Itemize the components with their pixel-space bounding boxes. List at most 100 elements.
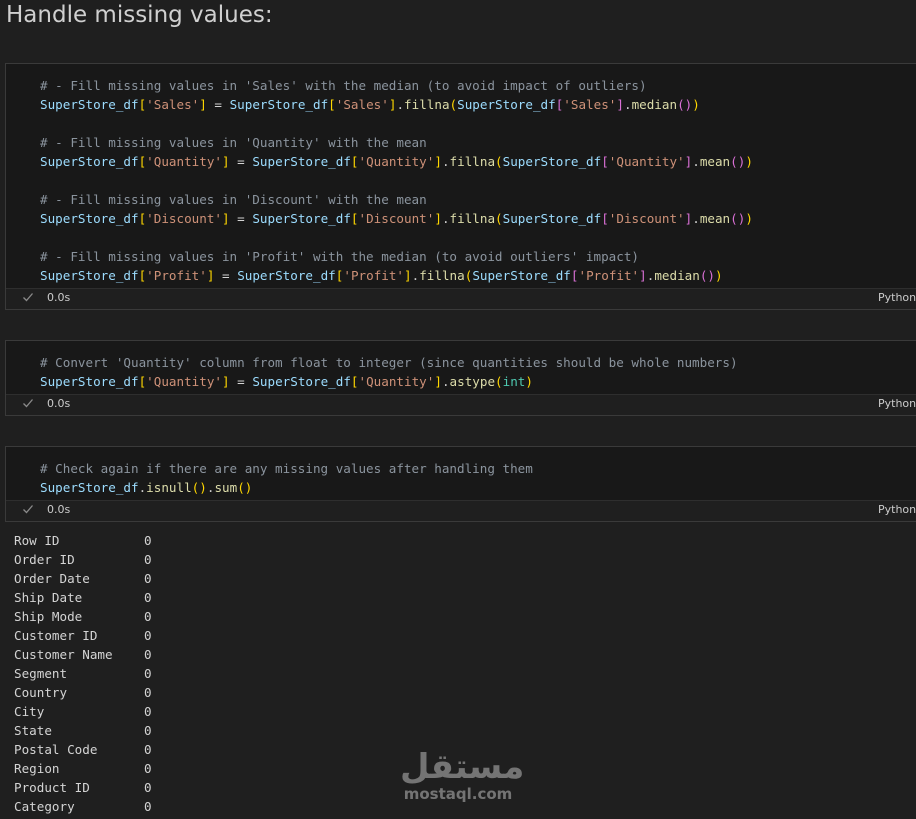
code-token: median (631, 97, 678, 112)
code-editor[interactable]: # - Fill missing values in 'Sales' with … (6, 64, 916, 289)
code-token: fillna (449, 154, 496, 169)
cell-status-bar: 0.0s Python (6, 499, 916, 521)
code-token: ) (525, 374, 533, 389)
code-token: 'Quantity' (358, 374, 435, 389)
code-token: SuperStore_df (252, 154, 351, 169)
code-token: SuperStore_df (472, 268, 571, 283)
code-token: SuperStore_df (457, 97, 556, 112)
code-token: mean (699, 211, 731, 226)
output-row: Row ID 0 (14, 531, 152, 550)
code-token: = (229, 374, 253, 389)
output-missing-count: 0 (144, 533, 152, 548)
code-token: = (206, 97, 230, 112)
output-missing-count: 0 (144, 666, 152, 681)
code-line: SuperStore_df['Profit'] = SuperStore_df[… (40, 266, 723, 285)
code-line: # - Fill missing values in 'Sales' with … (40, 76, 647, 95)
output-row: Product ID 0 (14, 778, 152, 797)
output-missing-count: 0 (144, 685, 152, 700)
code-token: isnull (146, 480, 192, 495)
code-token: . (692, 211, 700, 226)
code-token: 'Profit' (343, 268, 405, 283)
output-row: Category 0 (14, 797, 152, 816)
code-token: 'Discount' (146, 211, 222, 226)
code-line: # - Fill missing values in 'Quantity' wi… (40, 133, 427, 152)
code-token: SuperStore_df (502, 211, 602, 226)
output-row: Country 0 (14, 683, 152, 702)
cell-status-bar: 0.0s Python (6, 287, 916, 309)
code-editor[interactable]: # Check again if there are any missing v… (6, 447, 916, 501)
code-token: SuperStore_df (40, 211, 139, 226)
output-column-name: Postal Code (14, 742, 98, 757)
code-editor[interactable]: # Convert 'Quantity' column from float t… (6, 341, 916, 395)
code-token: int (502, 374, 526, 389)
code-token: [ (328, 97, 336, 112)
code-token: ] (434, 211, 442, 226)
code-token: 'Discount' (608, 211, 685, 226)
code-token: # - Fill missing values in 'Sales' with … (40, 78, 647, 93)
code-token: ] (639, 268, 647, 283)
output-missing-count: 0 (144, 799, 152, 814)
code-line: # - Fill missing values in 'Profit' with… (40, 247, 639, 266)
code-token: fillna (419, 268, 465, 283)
code-token: fillna (404, 97, 450, 112)
code-token: ] (222, 154, 230, 169)
code-token: fillna (449, 211, 496, 226)
language-label[interactable]: Python (878, 291, 916, 304)
code-token: . (692, 154, 700, 169)
code-token: ( (449, 97, 458, 112)
code-cell-convert-quantity[interactable]: # Convert 'Quantity' column from float t… (5, 340, 916, 416)
output-missing-count: 0 (144, 780, 152, 795)
code-cell-check-missing[interactable]: # Check again if there are any missing v… (5, 446, 916, 522)
code-token: = (229, 154, 253, 169)
code-token: [ (350, 374, 359, 389)
cell-output: Row ID 0 Order ID 0 Order Date 0 Ship Date 0 Shi… (14, 531, 152, 816)
code-token: 'Quantity' (146, 154, 222, 169)
code-token: 'Profit' (146, 268, 207, 283)
code-line: # Check again if there are any missing v… (40, 459, 533, 478)
code-token: SuperStore_df (252, 211, 351, 226)
code-line: SuperStore_df['Quantity'] = SuperStore_d… (40, 152, 753, 171)
output-column-name: Ship Mode (14, 609, 83, 624)
execution-time: 0.0s (47, 503, 71, 516)
output-column-name: Order ID (14, 552, 75, 567)
code-token: SuperStore_df (40, 480, 139, 495)
output-missing-count: 0 (144, 628, 152, 643)
code-token: # Convert 'Quantity' column from float t… (40, 355, 738, 370)
output-row: Segment 0 (14, 664, 152, 683)
output-missing-count: 0 (144, 590, 152, 605)
code-token: () (677, 97, 693, 112)
code-token: mean (699, 154, 731, 169)
code-token: SuperStore_df (40, 154, 139, 169)
language-label[interactable]: Python (878, 397, 916, 410)
check-icon (23, 399, 33, 408)
output-row: Order Date 0 (14, 569, 152, 588)
output-row: State 0 (14, 721, 152, 740)
output-column-name: Country (14, 685, 68, 700)
output-row: Ship Date 0 (14, 588, 152, 607)
watermark-logo: مستقل (400, 747, 525, 787)
code-line: SuperStore_df['Quantity'] = SuperStore_d… (40, 372, 533, 391)
output-column-name: Row ID (14, 533, 60, 548)
code-token: ( (495, 211, 503, 226)
code-line: SuperStore_df.isnull().sum() (40, 478, 252, 497)
code-token: 'Sales' (563, 97, 617, 112)
output-missing-count: 0 (144, 761, 152, 776)
watermark: مستقل mostaql.com (400, 747, 525, 802)
code-token: () (699, 268, 716, 283)
code-token: = (214, 268, 238, 283)
language-label[interactable]: Python (878, 503, 916, 516)
code-token: ] (434, 374, 442, 389)
code-token: ] (616, 97, 624, 112)
output-missing-count: 0 (144, 704, 152, 719)
code-line: # - Fill missing values in 'Discount' wi… (40, 190, 427, 209)
output-column-name: Region (14, 761, 60, 776)
code-token: () (730, 154, 746, 169)
output-column-name: Customer ID (14, 628, 98, 643)
code-line: SuperStore_df['Sales'] = SuperStore_df['… (40, 95, 700, 114)
output-missing-count: 0 (144, 609, 152, 624)
output-row: Customer ID 0 (14, 626, 152, 645)
section-heading: Handle missing values: (6, 2, 273, 28)
code-token: ) (745, 154, 753, 169)
code-cell-fill-missing[interactable]: # - Fill missing values in 'Sales' with … (5, 63, 916, 310)
output-row: Customer Name 0 (14, 645, 152, 664)
